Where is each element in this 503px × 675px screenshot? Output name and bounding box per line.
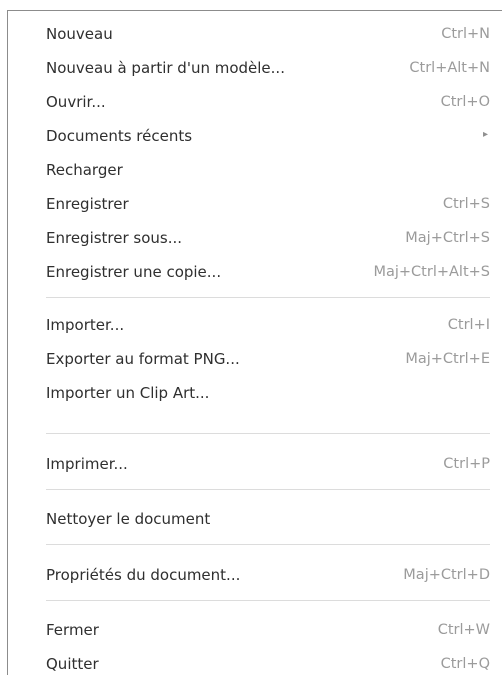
menu-item-nouveau[interactable]: Nouveau Ctrl+N xyxy=(8,17,502,51)
menu-item-label: Nouveau à partir d'un modèle... xyxy=(46,59,285,77)
menu-item-enregistrer-copie[interactable]: Enregistrer une copie... Maj+Ctrl+Alt+S xyxy=(8,255,502,289)
menu-item-shortcut: Maj+Ctrl+D xyxy=(403,567,490,583)
file-menu: Nouveau Ctrl+N Nouveau à partir d'un mod… xyxy=(7,10,502,675)
menu-item-imprimer[interactable]: Imprimer... Ctrl+P xyxy=(8,447,502,481)
menu-item-label: Fermer xyxy=(46,621,99,639)
menu-item-enregistrer[interactable]: Enregistrer Ctrl+S xyxy=(8,187,502,221)
menu-item-quitter[interactable]: Quitter Ctrl+Q xyxy=(8,647,502,675)
menu-item-shortcut: Ctrl+Q xyxy=(440,656,490,672)
menu-item-shortcut: Ctrl+S xyxy=(442,196,490,212)
menu-item-nettoyer-document[interactable]: Nettoyer le document xyxy=(8,502,502,536)
menu-item-documents-recents[interactable]: Documents récents ▸ xyxy=(8,119,502,153)
menu-item-label: Importer un Clip Art... xyxy=(46,384,210,402)
menu-item-exporter-png[interactable]: Exporter au format PNG... Maj+Ctrl+E xyxy=(8,342,502,376)
menu-separator xyxy=(46,297,490,298)
menu-item-shortcut: Maj+Ctrl+S xyxy=(405,230,490,246)
menu-item-proprietes-document[interactable]: Propriétés du document... Maj+Ctrl+D xyxy=(8,558,502,592)
menu-item-label: Quitter xyxy=(46,655,99,673)
menu-item-label: Propriétés du document... xyxy=(46,566,241,584)
menu-item-shortcut: Ctrl+N xyxy=(441,26,490,42)
menu-item-shortcut: Maj+Ctrl+Alt+S xyxy=(373,264,490,280)
menu-item-shortcut: Ctrl+I xyxy=(447,317,490,333)
menu-item-label: Exporter au format PNG... xyxy=(46,350,240,368)
menu-item-label: Imprimer... xyxy=(46,455,128,473)
menu-item-fermer[interactable]: Fermer Ctrl+W xyxy=(8,613,502,647)
submenu-arrow-icon: ▸ xyxy=(482,129,488,140)
menu-item-label: Nouveau xyxy=(46,25,113,43)
menu-separator xyxy=(46,489,490,490)
menu-item-label: Importer... xyxy=(46,316,125,334)
menu-item-label: Documents récents xyxy=(46,127,193,145)
menu-item-nouveau-modele[interactable]: Nouveau à partir d'un modèle... Ctrl+Alt… xyxy=(8,51,502,85)
menu-item-shortcut: Ctrl+Alt+N xyxy=(409,60,490,76)
menu-item-label: Enregistrer sous... xyxy=(46,229,183,247)
menu-item-shortcut: Ctrl+W xyxy=(437,622,490,638)
menu-item-label: Nettoyer le document xyxy=(46,510,211,528)
menu-item-ouvrir[interactable]: Ouvrir... Ctrl+O xyxy=(8,85,502,119)
menu-separator xyxy=(46,600,490,601)
menu-item-label: Recharger xyxy=(46,161,123,179)
menu-item-shortcut: Maj+Ctrl+E xyxy=(405,351,490,367)
menu-item-shortcut: Ctrl+O xyxy=(440,94,490,110)
menu-separator xyxy=(46,433,490,434)
menu-separator xyxy=(46,544,490,545)
menu-item-importer-clip-art[interactable]: Importer un Clip Art... xyxy=(8,376,502,410)
menu-item-label: Ouvrir... xyxy=(46,93,106,111)
menu-item-importer[interactable]: Importer... Ctrl+I xyxy=(8,308,502,342)
menu-item-label: Enregistrer xyxy=(46,195,129,213)
menu-item-label: Enregistrer une copie... xyxy=(46,263,222,281)
menu-item-recharger[interactable]: Recharger xyxy=(8,153,502,187)
menu-item-shortcut: Ctrl+P xyxy=(443,456,490,472)
menu-item-enregistrer-sous[interactable]: Enregistrer sous... Maj+Ctrl+S xyxy=(8,221,502,255)
